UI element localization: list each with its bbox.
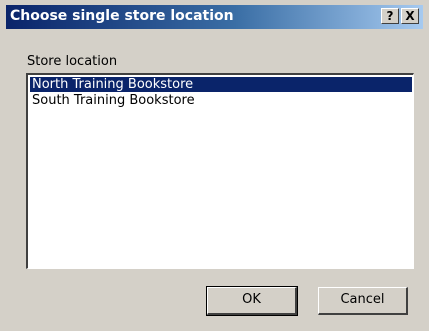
cancel-button[interactable]: Cancel	[318, 287, 408, 315]
close-icon[interactable]: X	[401, 8, 419, 24]
help-icon[interactable]: ?	[381, 8, 399, 24]
dialog-title: Choose single store location	[10, 8, 234, 24]
title-bar[interactable]: Choose single store location ? X	[6, 5, 423, 29]
store-location-listbox[interactable]: North Training Bookstore South Training …	[26, 73, 414, 269]
list-item-north-training-bookstore[interactable]: North Training Bookstore	[30, 77, 412, 92]
choose-store-dialog: Choose single store location ? X Store l…	[0, 0, 429, 331]
ok-button[interactable]: OK	[206, 286, 298, 316]
store-location-label: Store location	[27, 54, 118, 69]
list-item-south-training-bookstore[interactable]: South Training Bookstore	[30, 93, 412, 108]
